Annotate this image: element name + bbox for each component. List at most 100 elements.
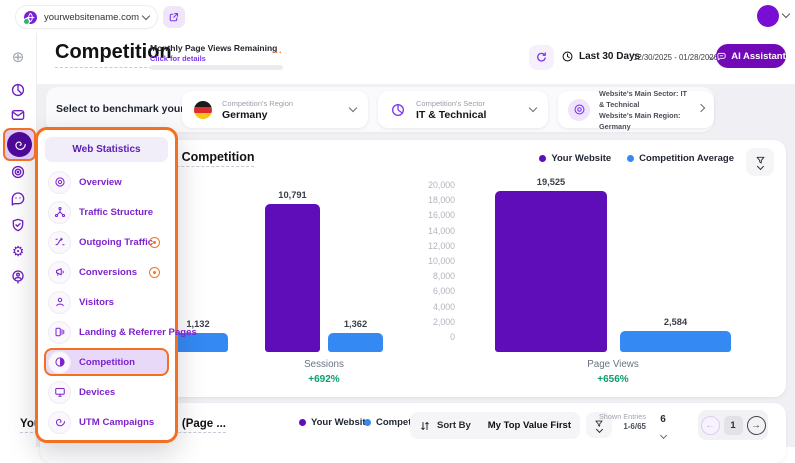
utm-campaigns-icon	[49, 412, 70, 433]
sidebar-item-label: Devices	[79, 387, 115, 398]
notification-badge-icon	[149, 267, 160, 278]
conversions-icon	[49, 262, 70, 283]
clock-icon	[561, 50, 574, 63]
website-main-region: Website's Main Region: Germany	[599, 110, 689, 132]
sidebar-item-visitors[interactable]: Visitors	[44, 288, 169, 316]
page-size-selector[interactable]: 6	[652, 414, 674, 443]
web-statistics-menu: Web Statistics Overview Traffic Structure…	[35, 127, 178, 443]
blue-dot-icon	[364, 419, 371, 426]
sidebar-item-landing-referrer-pages[interactable]: Landing & Referrer Pages	[44, 318, 169, 346]
competition-icon	[49, 352, 70, 373]
chevron-down-icon	[756, 163, 763, 170]
chevron-down-icon	[349, 104, 357, 112]
avatar[interactable]	[757, 5, 779, 27]
sort-icon	[419, 420, 431, 432]
purple-dot-icon	[299, 419, 306, 426]
gear-icon[interactable]: ⚙	[8, 241, 28, 261]
refresh-button[interactable]	[529, 45, 554, 70]
current-page: 1	[724, 416, 743, 435]
overview-icon	[49, 172, 70, 193]
person-pin-icon[interactable]	[8, 267, 28, 287]
previous-page-button[interactable]: ←	[701, 416, 720, 435]
sidebar-item-outgoing-traffic[interactable]: Outgoing Traffic	[44, 228, 169, 256]
chevron-down-icon	[529, 104, 537, 112]
region-dropdown-value: Germany	[222, 109, 340, 121]
sidebar-item-label: Visitors	[79, 297, 114, 308]
traffic-structure-icon	[49, 202, 70, 223]
shield-check-icon[interactable]	[8, 215, 28, 235]
sector-pie-icon	[390, 102, 406, 118]
monthly-pageviews-label: Monthly Page Views Remaining	[150, 43, 277, 53]
sidebar-item-label: Traffic Structure	[79, 207, 153, 218]
external-link-icon	[168, 11, 180, 23]
site-name: yourwebsitename.com	[44, 12, 143, 23]
date-range[interactable]: 12/30/2025 - 01/28/2026	[633, 53, 718, 62]
visitors-icon	[49, 292, 70, 313]
sidebar-item-label: Outgoing Traffic	[79, 237, 153, 248]
outgoing-traffic-icon	[49, 232, 70, 253]
sidebar-item-utm-campaigns[interactable]: UTM Campaigns	[44, 408, 169, 436]
notification-badge-icon	[149, 237, 160, 248]
web-statistics-swirl-icon	[7, 132, 32, 157]
add-circle-icon[interactable]: ⊕	[8, 47, 28, 67]
chat-icon	[716, 51, 727, 62]
chart-filter-button[interactable]	[746, 148, 774, 176]
legend-your-website[interactable]: Your Website	[299, 417, 371, 428]
sector-dropdown[interactable]: Competition's Sector IT & Technical	[378, 91, 548, 128]
sidebar-item-label: Landing & Referrer Pages	[79, 327, 197, 338]
monthly-progress-bar	[150, 65, 283, 70]
menu-header: Web Statistics	[45, 137, 168, 162]
sidebar-item-label: Overview	[79, 177, 122, 188]
sector-dropdown-value: IT & Technical	[416, 109, 520, 121]
chevron-down-icon	[659, 432, 666, 439]
pie-chart-icon[interactable]	[8, 80, 28, 100]
website-main-sector: Website's Main Sector: IT & Technical	[599, 88, 689, 110]
sidebar-item-overview[interactable]: Overview	[44, 168, 169, 196]
sidebar-item-competition[interactable]: Competition	[44, 348, 169, 376]
period-selector[interactable]: Last 30 Days	[561, 50, 640, 63]
shown-entries-value: 1-6/65	[596, 422, 646, 431]
sidebar-item-label: Competition	[79, 357, 135, 368]
region-dropdown-label: Competition's Region	[222, 99, 340, 108]
purple-dot-icon	[539, 155, 546, 162]
sidebar-item-devices[interactable]: Devices	[44, 378, 169, 406]
devices-icon	[49, 382, 70, 403]
legend-competition-average[interactable]: Competition Average	[627, 153, 734, 164]
sidebar-item-conversions[interactable]: Conversions	[44, 258, 169, 286]
ai-assistant-label: AI Assistant	[731, 51, 786, 62]
monthly-details-link[interactable]: Click for details	[150, 54, 206, 63]
mail-icon[interactable]	[8, 105, 28, 125]
blue-dot-icon	[627, 155, 634, 162]
shown-entries: Shown Entries 1-6/65	[596, 412, 646, 431]
legend-your-website[interactable]: Your Website	[539, 153, 611, 164]
sort-by-value: My Top Value First	[488, 420, 571, 431]
website-target-icon	[568, 99, 590, 121]
sidebar-item-traffic-structure[interactable]: Traffic Structure	[44, 198, 169, 226]
region-dropdown[interactable]: Competition's Region Germany	[182, 91, 368, 128]
chevron-down-icon	[142, 11, 150, 19]
sidebar-item-web-statistics-active[interactable]	[3, 128, 36, 161]
next-page-button[interactable]: →	[747, 416, 766, 435]
period-label: Last 30 Days	[579, 51, 640, 62]
chevron-right-icon	[697, 104, 705, 112]
monthly-remaining-value: ...	[272, 45, 283, 55]
ai-assistant-button[interactable]: AI Assistant	[716, 44, 786, 68]
open-external-button[interactable]	[163, 6, 185, 28]
chart-legend: Your Website Competition Average	[539, 153, 734, 164]
germany-flag-icon	[194, 101, 212, 119]
landing-referrer-icon	[49, 322, 70, 343]
site-favicon-icon	[24, 11, 37, 24]
target-icon[interactable]	[8, 162, 28, 182]
sort-by-label: Sort By	[437, 420, 471, 431]
refresh-icon	[535, 51, 548, 64]
page-size-value: 6	[652, 414, 674, 425]
sidebar-item-label: Conversions	[79, 267, 137, 278]
sidebar-item-label: UTM Campaigns	[79, 417, 154, 428]
sort-by-control[interactable]: Sort By My Top Value First	[410, 412, 580, 439]
sector-dropdown-label: Competition's Sector	[416, 99, 520, 108]
chat-bubble-icon[interactable]	[8, 189, 28, 209]
site-selector[interactable]: yourwebsitename.com	[16, 6, 157, 28]
shown-entries-label: Shown Entries	[596, 412, 646, 421]
website-main-info-card[interactable]: Website's Main Sector: IT & Technical We…	[558, 91, 714, 128]
pagination: ← 1 →	[698, 410, 768, 440]
